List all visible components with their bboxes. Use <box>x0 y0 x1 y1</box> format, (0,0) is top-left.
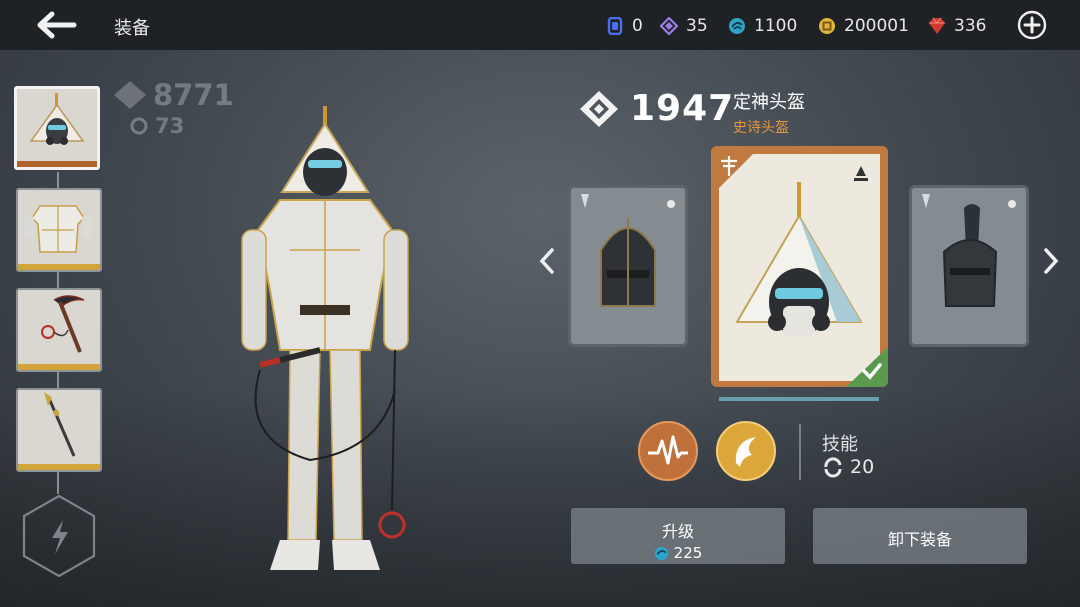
cyan-swirl-icon <box>729 18 745 34</box>
red-ruby-icon <box>929 17 945 34</box>
skill-count: 20 <box>822 456 874 478</box>
currency-blue-gem: 0 <box>606 14 643 38</box>
power-diamond-icon <box>580 90 618 127</box>
unequip-label: 卸下装备 <box>887 530 952 549</box>
upgrade-cycle-icon <box>824 457 842 478</box>
blue-gem-icon <box>607 17 623 35</box>
currency-purple-diamond: 35 <box>660 14 708 38</box>
upgrade-cost: 225 <box>571 544 785 562</box>
slot-rarity-bar <box>17 161 97 167</box>
slot-connector <box>57 370 59 388</box>
currency-value: 336 <box>954 16 987 36</box>
currency-cyan-swirl: 1100 <box>728 14 797 38</box>
character-upgrade-count: 73 <box>155 114 185 138</box>
cyan-swirl-icon <box>654 546 668 560</box>
slot-connector <box>57 470 59 494</box>
item-power-value: 1947 <box>630 88 735 129</box>
currency-value: 1100 <box>754 16 798 36</box>
slot-rarity-bar <box>18 464 100 470</box>
item-card-prev[interactable] <box>568 185 688 347</box>
currency-value: 0 <box>632 16 643 36</box>
spirit-swirl-icon <box>735 437 756 467</box>
item-name: 定神头盔 <box>733 92 805 113</box>
helmet-icon <box>29 93 85 145</box>
stone-floor <box>0 390 1080 607</box>
slot-rarity-bar <box>18 264 100 270</box>
skill-label: 技能 <box>822 434 858 455</box>
heartbeat-wave-icon <box>648 435 688 465</box>
upgrade-cost-value: 225 <box>673 544 703 562</box>
page-title: 装备 <box>114 18 150 39</box>
spear-icon <box>44 392 76 457</box>
upgrade-label: 升级 <box>661 522 694 541</box>
item-card-next[interactable] <box>909 185 1029 347</box>
slot-helmet[interactable] <box>14 86 100 170</box>
helmet-slot-icon <box>854 166 868 181</box>
armored-hero-figure <box>241 106 409 570</box>
purple-diamond-icon <box>660 17 678 35</box>
currency-gold-coin: 200001 <box>818 14 909 38</box>
item-power: 1947 <box>578 88 734 129</box>
next-item-chevron-icon[interactable] <box>1040 246 1062 276</box>
item-card-selected[interactable] <box>711 146 888 387</box>
skill-divider <box>799 424 801 480</box>
currency-value: 35 <box>686 16 708 36</box>
power-diamond-icon <box>114 81 146 109</box>
steel-helmet-icon <box>571 188 685 344</box>
selected-item-indicator <box>719 397 879 401</box>
kusarigama-icon <box>41 295 85 353</box>
currency-red-ruby: 336 <box>928 14 986 38</box>
equipped-check-icon <box>846 347 888 387</box>
currency-value: 200001 <box>844 16 909 36</box>
locked-slot-lightning-icon[interactable] <box>22 494 96 578</box>
armor-icon <box>24 205 92 253</box>
slot-armor[interactable] <box>16 188 102 272</box>
add-currency-icon[interactable] <box>1017 10 1047 40</box>
slot-kusarigama[interactable] <box>16 288 102 372</box>
crested-helmet-icon <box>912 188 1026 344</box>
prev-item-chevron-icon[interactable] <box>536 246 558 276</box>
unequip-button[interactable]: 卸下装备 <box>813 508 1027 564</box>
slot-connector <box>57 270 59 288</box>
character-stats: 8771 73 <box>113 78 234 138</box>
skill-heartbeat-button[interactable] <box>638 421 698 481</box>
top-bar: 装备 0 35 1100 200001 336 <box>0 0 1080 50</box>
upgrade-cycle-icon <box>130 117 148 135</box>
slot-rarity-bar <box>18 364 100 370</box>
skill-spirit-button[interactable] <box>716 421 776 481</box>
dragonfly-tier-icon <box>711 146 761 196</box>
back-arrow-icon[interactable] <box>30 8 82 42</box>
item-rarity: 史诗头盔 <box>733 120 789 136</box>
gold-coin-icon <box>819 18 835 34</box>
skill-value: 20 <box>850 456 875 478</box>
slot-spear[interactable] <box>16 388 102 472</box>
upgrade-button[interactable]: 升级 225 <box>571 508 785 564</box>
